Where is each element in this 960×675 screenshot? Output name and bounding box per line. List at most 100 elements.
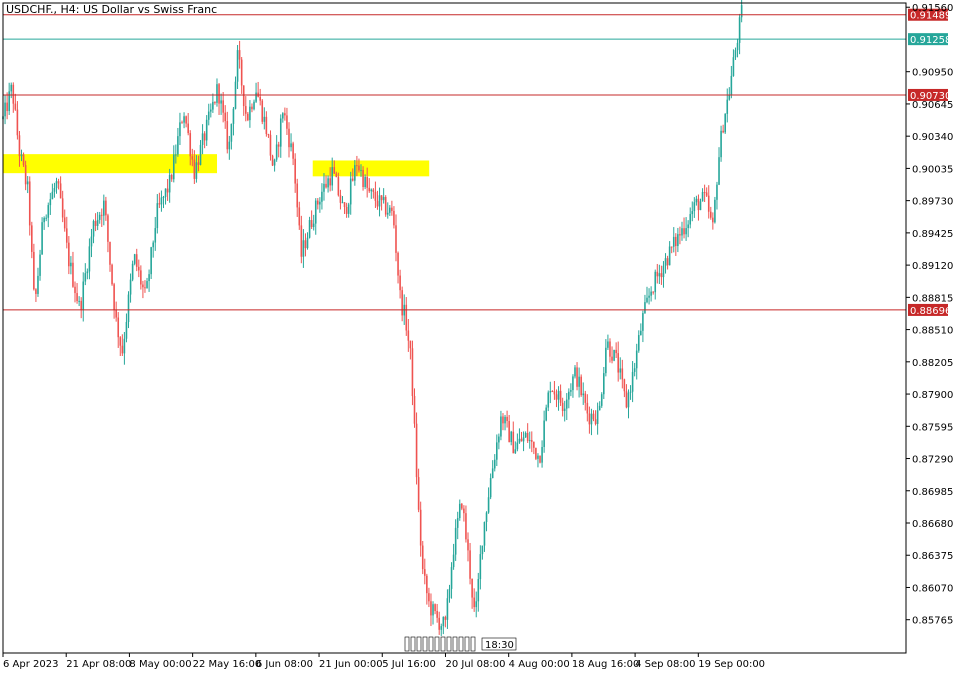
candle-body bbox=[144, 287, 146, 289]
candle-body bbox=[189, 133, 192, 157]
candle-body bbox=[94, 221, 97, 226]
candle-body bbox=[298, 207, 301, 226]
candle-body bbox=[438, 617, 440, 630]
candle-body bbox=[549, 391, 552, 393]
candle-body bbox=[92, 221, 95, 237]
candle-body bbox=[150, 247, 152, 275]
candle-body bbox=[45, 217, 48, 219]
candle-body bbox=[354, 165, 356, 181]
y-tick-label: 0.88510 bbox=[912, 326, 953, 337]
candle-body bbox=[31, 225, 33, 252]
candle-body bbox=[409, 340, 412, 349]
candle-body bbox=[4, 102, 6, 117]
candle-body bbox=[168, 175, 171, 193]
candle-body bbox=[637, 335, 640, 351]
candle-body bbox=[473, 597, 475, 608]
candle-body bbox=[86, 271, 89, 274]
candle-body bbox=[179, 122, 181, 137]
candle-body bbox=[308, 220, 311, 238]
y-tick-label: 0.90340 bbox=[912, 132, 953, 143]
candle-body bbox=[660, 273, 663, 278]
candle-body bbox=[405, 304, 408, 331]
candle-body bbox=[72, 262, 74, 287]
candle-body bbox=[146, 281, 148, 289]
x-tick-label: 19 Sep 00:00 bbox=[698, 659, 765, 670]
candle-body bbox=[467, 539, 469, 551]
candle-body bbox=[685, 228, 687, 235]
candle-body bbox=[625, 391, 628, 408]
candle-body bbox=[267, 134, 270, 136]
candle-body bbox=[712, 217, 714, 223]
candle-body bbox=[135, 254, 138, 267]
candle-body bbox=[662, 265, 665, 278]
candle-body bbox=[199, 144, 202, 165]
candle-body bbox=[442, 616, 445, 627]
x-tick-label: 6 Jun 08:00 bbox=[256, 659, 313, 670]
candle-body bbox=[631, 371, 634, 392]
candle-body bbox=[555, 394, 558, 400]
candle-body bbox=[47, 205, 50, 218]
candle-body bbox=[78, 300, 80, 302]
candle-body bbox=[319, 201, 321, 205]
candle-body bbox=[563, 408, 566, 412]
candle-body bbox=[432, 604, 434, 616]
candle-body bbox=[321, 191, 323, 202]
x-tick-label: 4 Aug 00:00 bbox=[509, 659, 570, 670]
candle-body bbox=[415, 423, 418, 478]
candle-body bbox=[450, 567, 453, 589]
candle-body bbox=[170, 175, 173, 180]
candle-body bbox=[551, 391, 554, 393]
candle-body bbox=[333, 167, 336, 174]
candle-body bbox=[553, 391, 556, 395]
chart-title: USDCHF., H4: US Dollar vs Swiss Franc bbox=[6, 3, 217, 16]
candle-body bbox=[506, 416, 508, 422]
candle-body bbox=[109, 241, 111, 265]
y-tick-label: 0.89730 bbox=[912, 197, 953, 208]
candle-body bbox=[417, 477, 420, 510]
candle-body bbox=[181, 122, 183, 124]
candle-body bbox=[428, 593, 430, 602]
candle-body bbox=[230, 123, 233, 142]
candle-body bbox=[12, 84, 15, 104]
candle-body bbox=[526, 432, 529, 441]
candle-body bbox=[341, 202, 344, 204]
candle-body bbox=[249, 106, 251, 121]
candle-body bbox=[96, 219, 99, 226]
candle-body bbox=[212, 101, 214, 110]
candle-body bbox=[185, 116, 187, 124]
candle-body bbox=[90, 236, 93, 247]
candle-body bbox=[530, 440, 533, 442]
candle-body bbox=[304, 240, 307, 249]
candle-body bbox=[644, 302, 646, 314]
candle-body bbox=[677, 234, 679, 247]
candle-body bbox=[317, 200, 319, 205]
candle-body bbox=[611, 356, 613, 361]
candle-body bbox=[41, 222, 43, 255]
candle-body bbox=[271, 155, 274, 166]
candle-body bbox=[28, 181, 31, 226]
candle-body bbox=[323, 183, 325, 192]
candle-body bbox=[129, 279, 132, 295]
candle-body bbox=[210, 109, 212, 112]
candle-body bbox=[487, 497, 490, 513]
candle-body bbox=[535, 447, 537, 459]
candle-body bbox=[380, 195, 383, 201]
candle-body bbox=[366, 176, 368, 188]
candle-body bbox=[49, 199, 52, 206]
price-chart[interactable]: 0.914890.912580.907300.88696 USDCHF., H4… bbox=[0, 0, 960, 675]
y-tick-label: 0.89120 bbox=[912, 261, 953, 272]
candle-body bbox=[345, 207, 348, 214]
candle-body bbox=[310, 220, 313, 228]
candle-body bbox=[640, 330, 642, 336]
candle-body bbox=[65, 228, 68, 243]
candle-body bbox=[461, 503, 463, 509]
candle-body bbox=[419, 509, 422, 546]
candle-body bbox=[372, 189, 375, 192]
candle-body bbox=[537, 455, 539, 459]
candle-body bbox=[541, 446, 543, 463]
candle-body bbox=[325, 183, 327, 188]
candle-body bbox=[386, 212, 389, 215]
candle-body bbox=[119, 337, 122, 346]
x-tick-label: 21 Jun 00:00 bbox=[319, 659, 383, 670]
candle-body bbox=[121, 345, 124, 354]
